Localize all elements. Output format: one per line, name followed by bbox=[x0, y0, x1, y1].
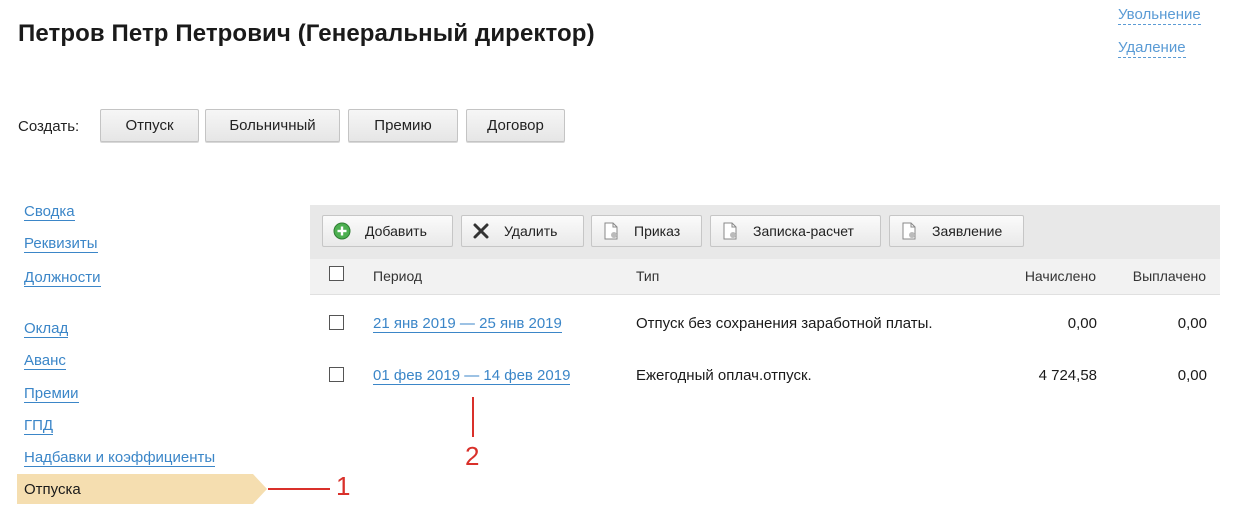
period-link[interactable]: 01 фев 2019 — 14 фев 2019 bbox=[373, 367, 571, 385]
delete-link[interactable]: Удаление bbox=[1118, 39, 1186, 58]
plus-circle-icon bbox=[333, 222, 351, 240]
row-accrued: 4 724,58 bbox=[1038, 367, 1097, 384]
annotation-number-1: 1 bbox=[336, 471, 351, 501]
row-checkbox[interactable] bbox=[329, 315, 344, 330]
annotation-number-2: 2 bbox=[465, 441, 480, 471]
document-icon bbox=[902, 222, 916, 240]
create-sick-leave-button[interactable]: Больничный bbox=[205, 109, 340, 142]
sidebar-item-summary[interactable]: Сводка bbox=[24, 203, 75, 221]
column-type: Тип bbox=[636, 268, 660, 284]
add-button-label: Добавить bbox=[365, 223, 427, 239]
create-label: Создать: bbox=[18, 118, 80, 135]
calc-note-button-label: Записка-расчет bbox=[753, 223, 854, 239]
sidebar-item-salary[interactable]: Оклад bbox=[24, 320, 69, 338]
period-link[interactable]: 21 янв 2019 — 25 янв 2019 bbox=[373, 315, 562, 333]
top-links: Увольнение Удаление bbox=[1118, 6, 1201, 72]
document-icon bbox=[723, 222, 737, 240]
document-icon bbox=[604, 222, 618, 240]
row-checkbox[interactable] bbox=[329, 367, 344, 382]
select-all-checkbox[interactable] bbox=[329, 266, 344, 281]
sidebar-item-requisites[interactable]: Реквизиты bbox=[24, 235, 98, 253]
column-accrued: Начислено bbox=[1024, 268, 1096, 284]
calc-note-button[interactable]: Записка-расчет bbox=[710, 215, 881, 247]
sidebar-item-allowances[interactable]: Надбавки и коэффициенты bbox=[24, 449, 216, 467]
sidebar-item-gpd[interactable]: ГПД bbox=[24, 417, 54, 435]
sidebar-item-vacations[interactable]: Отпуска bbox=[17, 474, 267, 504]
column-period: Период bbox=[373, 268, 423, 284]
delete-button-label: Удалить bbox=[504, 223, 558, 239]
add-button[interactable]: Добавить bbox=[322, 215, 453, 247]
sidebar-item-bonuses[interactable]: Премии bbox=[24, 385, 79, 403]
close-icon bbox=[473, 223, 489, 239]
table-header: Период Тип Начислено Выплачено bbox=[310, 259, 1220, 295]
row-type: Отпуск без сохранения заработной платы. bbox=[636, 315, 933, 332]
row-paid: 0,00 bbox=[1177, 367, 1207, 384]
sidebar-item-advance[interactable]: Аванс bbox=[24, 352, 66, 370]
delete-button[interactable]: Удалить bbox=[461, 215, 584, 247]
column-paid: Выплачено bbox=[1132, 268, 1206, 284]
create-bonus-button[interactable]: Премию bbox=[348, 109, 458, 142]
annotation-line-2 bbox=[472, 397, 474, 437]
row-accrued: 0,00 bbox=[1067, 315, 1097, 332]
annotation-line-1 bbox=[268, 488, 330, 490]
order-button[interactable]: Приказ bbox=[591, 215, 702, 247]
application-button-label: Заявление bbox=[932, 223, 1003, 239]
row-paid: 0,00 bbox=[1177, 315, 1207, 332]
sidebar-item-label: Отпуска bbox=[24, 481, 81, 498]
page-title: Петров Петр Петрович (Генеральный директ… bbox=[18, 20, 595, 47]
create-contract-button[interactable]: Договор bbox=[466, 109, 565, 142]
table-toolbar: Добавить Удалить Приказ Записка-расчет З… bbox=[310, 205, 1220, 259]
order-button-label: Приказ bbox=[634, 223, 681, 239]
dismissal-link[interactable]: Увольнение bbox=[1118, 6, 1201, 25]
row-type: Ежегодный оплач.отпуск. bbox=[636, 367, 812, 384]
application-button[interactable]: Заявление bbox=[889, 215, 1024, 247]
sidebar-item-positions[interactable]: Должности bbox=[24, 269, 101, 287]
create-vacation-button[interactable]: Отпуск bbox=[100, 109, 199, 142]
